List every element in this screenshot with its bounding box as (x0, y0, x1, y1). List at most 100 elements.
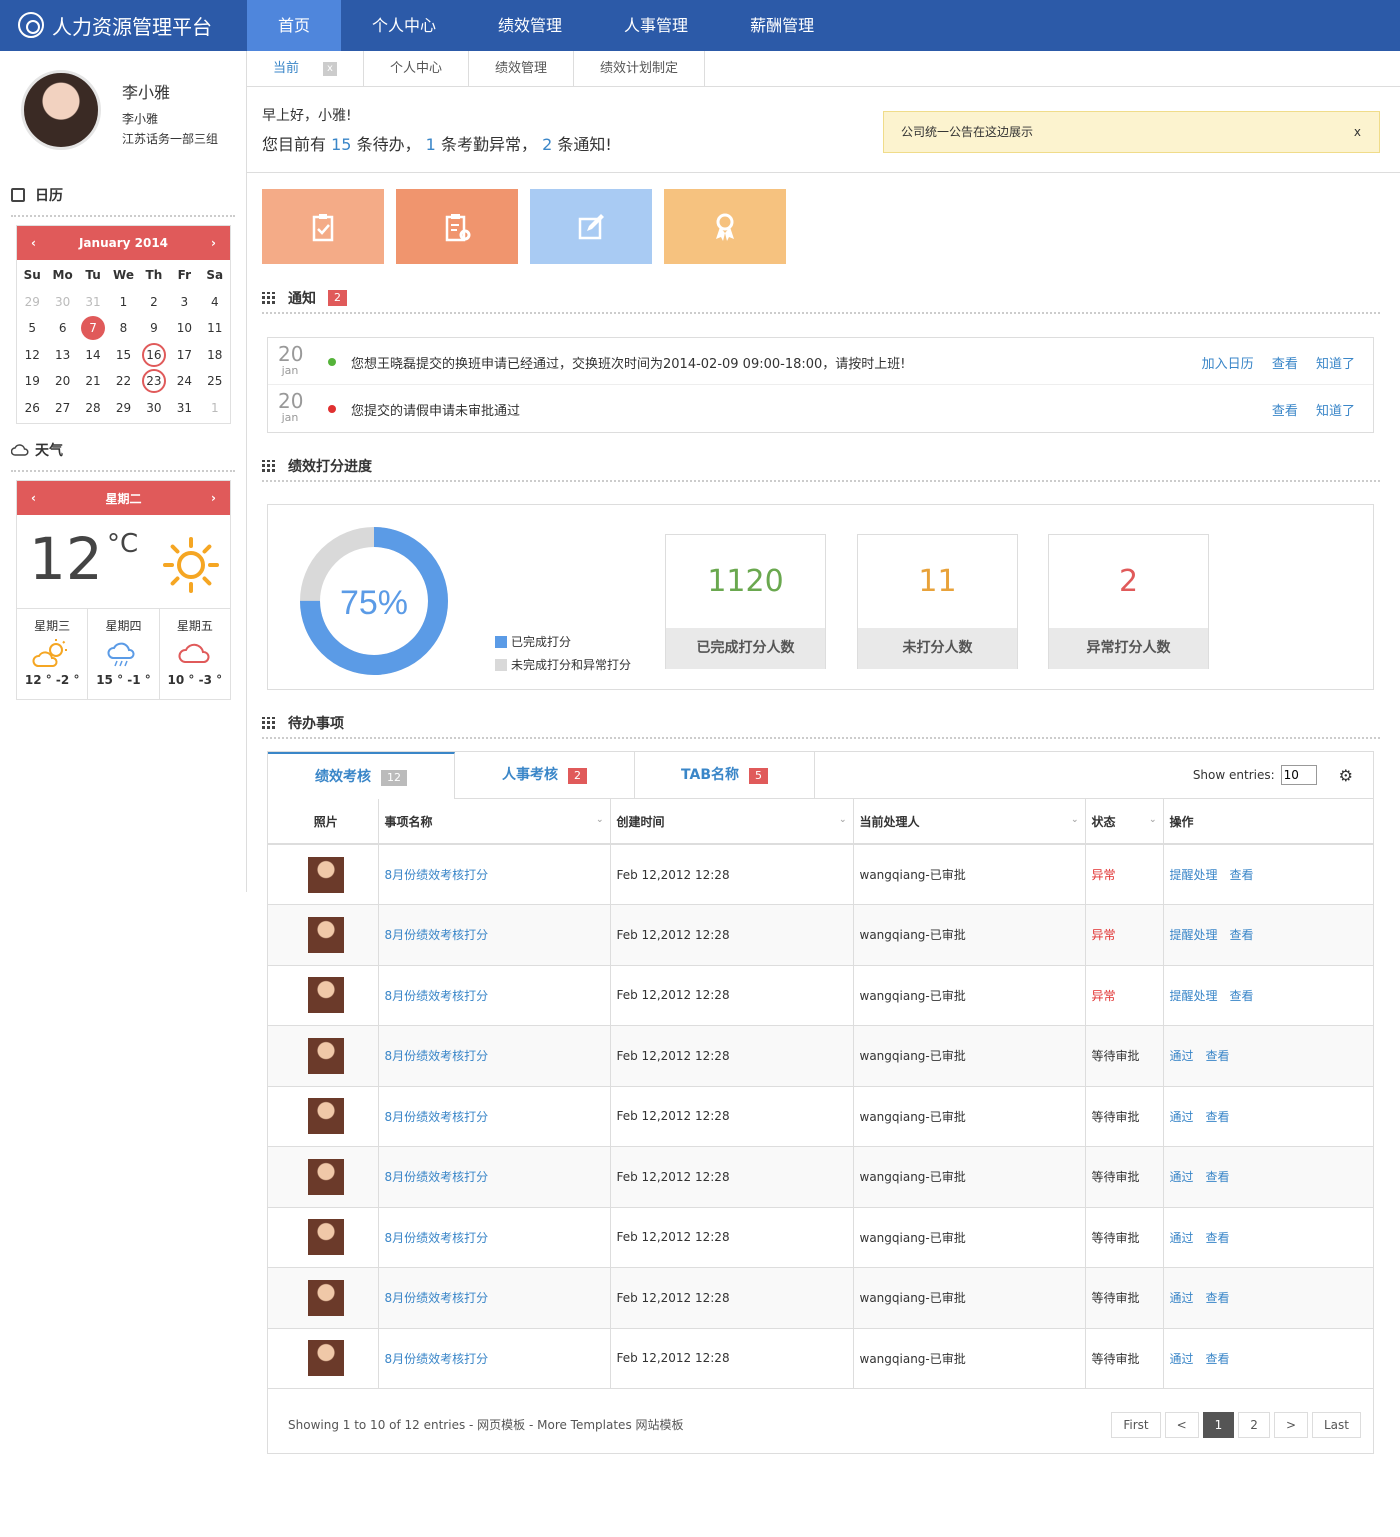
row-photo[interactable] (307, 856, 344, 893)
calendar-day[interactable]: 14 (78, 342, 108, 369)
row-photo[interactable] (307, 1279, 344, 1316)
calendar-day[interactable]: 15 (108, 342, 138, 369)
item-name-link[interactable]: 8月份绩效考核打分 (385, 1291, 489, 1305)
calendar-day[interactable]: 28 (78, 395, 108, 422)
calendar-day[interactable]: 13 (47, 342, 77, 369)
calendar-day[interactable]: 5 (17, 315, 47, 342)
item-name-link[interactable]: 8月份绩效考核打分 (385, 989, 489, 1003)
col-item-name[interactable]: 事项名称 ⌄ (378, 799, 611, 845)
page-1[interactable]: 1 (1202, 1412, 1235, 1438)
calendar-day[interactable]: 1 (200, 395, 230, 422)
tile-edit[interactable] (530, 189, 652, 264)
row-action-view[interactable]: 查看 (1206, 1231, 1230, 1245)
calendar-day[interactable]: 1 (108, 289, 138, 316)
calendar-day[interactable]: 26 (17, 395, 47, 422)
stat-card-abnormal[interactable]: 2 异常打分人数 (1048, 534, 1209, 669)
tile-award[interactable] (664, 189, 786, 264)
row-action-view[interactable]: 查看 (1230, 989, 1254, 1003)
row-action-view[interactable]: 查看 (1206, 1170, 1230, 1184)
calendar-day[interactable]: 19 (17, 368, 47, 395)
row-photo[interactable] (307, 1219, 344, 1256)
avatar[interactable] (21, 70, 101, 150)
item-name-link[interactable]: 8月份绩效考核打分 (385, 1110, 489, 1124)
nav-personal[interactable]: 个人中心 (341, 0, 467, 51)
item-name-link[interactable]: 8月份绩效考核打分 (385, 1170, 489, 1184)
calendar-day[interactable]: 2 (139, 289, 169, 316)
calendar-day[interactable]: 11 (200, 315, 230, 342)
item-name-link[interactable]: 8月份绩效考核打分 (385, 1231, 489, 1245)
app-logo[interactable]: 人力资源管理平台 (18, 10, 212, 40)
calendar-prev-button[interactable]: ‹ (31, 236, 36, 250)
row-action-view[interactable]: 查看 (1206, 1291, 1230, 1305)
row-action-view[interactable]: 查看 (1230, 928, 1254, 942)
tab-generic[interactable]: TAB名称 5 (635, 752, 815, 799)
tab-plan[interactable]: 绩效计划制定 (574, 51, 706, 87)
calendar-day[interactable]: 6 (47, 315, 77, 342)
calendar-day[interactable]: 23 (139, 368, 169, 395)
tab-performance[interactable]: 绩效管理 (469, 51, 575, 87)
row-photo[interactable] (307, 1158, 344, 1195)
acknowledge-link[interactable]: 知道了 (1316, 404, 1355, 419)
row-action-primary[interactable]: 通过 (1170, 1170, 1194, 1184)
col-photo[interactable]: 照片 (268, 799, 379, 845)
calendar-day[interactable]: 30 (47, 289, 77, 316)
row-photo[interactable] (307, 1098, 344, 1135)
calendar-day[interactable]: 4 (200, 289, 230, 316)
calendar-day[interactable]: 24 (169, 368, 199, 395)
row-action-view[interactable]: 查看 (1206, 1352, 1230, 1366)
calendar-day[interactable]: 3 (169, 289, 199, 316)
row-action-primary[interactable]: 通过 (1170, 1352, 1194, 1366)
calendar-day[interactable]: 10 (169, 315, 199, 342)
calendar-day[interactable]: 8 (108, 315, 138, 342)
todo-count[interactable]: 15 (331, 135, 351, 154)
notice-count[interactable]: 2 (542, 135, 552, 154)
show-entries-input[interactable] (1280, 765, 1317, 785)
page-first[interactable]: First (1111, 1412, 1161, 1438)
row-action-primary[interactable]: 通过 (1170, 1291, 1194, 1305)
view-link[interactable]: 查看 (1272, 404, 1298, 419)
calendar-day[interactable]: 29 (17, 289, 47, 316)
weather-next-button[interactable]: › (211, 491, 216, 505)
tile-clipboard-gear[interactable] (396, 189, 518, 264)
close-icon[interactable]: x (323, 62, 338, 76)
tab-personal[interactable]: 个人中心 (364, 51, 470, 87)
calendar-day[interactable]: 17 (169, 342, 199, 369)
item-name-link[interactable]: 8月份绩效考核打分 (385, 1352, 489, 1366)
calendar-next-button[interactable]: › (211, 236, 216, 250)
calendar-day[interactable]: 22 (108, 368, 138, 395)
nav-salary[interactable]: 薪酬管理 (719, 0, 845, 51)
attendance-count[interactable]: 1 (426, 135, 436, 154)
row-action-primary[interactable]: 提醒处理 (1170, 989, 1218, 1003)
col-status[interactable]: 状态 ⌄ (1085, 799, 1164, 845)
row-photo[interactable] (307, 916, 344, 953)
row-photo[interactable] (307, 977, 344, 1014)
page-2[interactable]: 2 (1238, 1412, 1270, 1438)
calendar-day[interactable]: 18 (200, 342, 230, 369)
nav-home[interactable]: 首页 (247, 0, 342, 51)
row-action-primary[interactable]: 提醒处理 (1170, 928, 1218, 942)
row-action-primary[interactable]: 通过 (1170, 1231, 1194, 1245)
row-action-view[interactable]: 查看 (1206, 1049, 1230, 1063)
close-icon[interactable]: x (1354, 112, 1361, 152)
page-next[interactable]: > (1273, 1412, 1308, 1438)
tile-clipboard-check[interactable] (262, 189, 384, 264)
item-name-link[interactable]: 8月份绩效考核打分 (385, 928, 489, 942)
col-handler[interactable]: 当前处理人 ⌄ (853, 799, 1086, 845)
row-action-primary[interactable]: 提醒处理 (1170, 868, 1218, 882)
weather-prev-button[interactable]: ‹ (31, 491, 36, 505)
calendar-day[interactable]: 12 (17, 342, 47, 369)
row-action-primary[interactable]: 通过 (1170, 1110, 1194, 1124)
tab-current[interactable]: 当前 x (247, 51, 365, 87)
tab-personnel-review[interactable]: 人事考核 2 (455, 752, 635, 799)
stat-card-completed[interactable]: 1120 已完成打分人数 (665, 534, 826, 669)
acknowledge-link[interactable]: 知道了 (1316, 357, 1355, 372)
stat-card-unscored[interactable]: 11 未打分人数 (857, 534, 1018, 669)
view-link[interactable]: 查看 (1272, 357, 1298, 372)
nav-personnel[interactable]: 人事管理 (593, 0, 719, 51)
add-to-calendar-link[interactable]: 加入日历 (1202, 357, 1254, 372)
calendar-day[interactable]: 20 (47, 368, 77, 395)
nav-performance[interactable]: 绩效管理 (467, 0, 593, 51)
item-name-link[interactable]: 8月份绩效考核打分 (385, 1049, 489, 1063)
page-last[interactable]: Last (1312, 1412, 1361, 1438)
row-photo[interactable] (307, 1340, 344, 1377)
